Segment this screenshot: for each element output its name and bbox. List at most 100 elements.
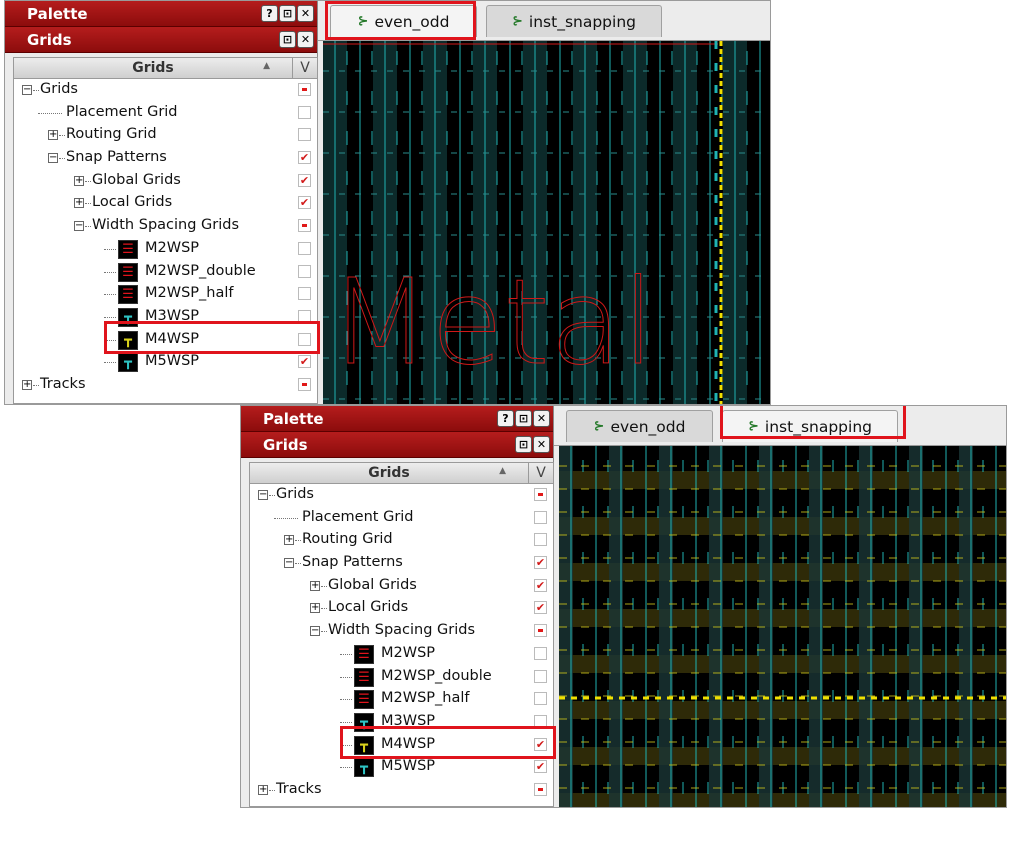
collapse-icon[interactable]: −: [22, 85, 32, 95]
collapse-icon[interactable]: −: [258, 490, 268, 500]
tree-item[interactable]: Placement Grid: [250, 507, 553, 530]
tab-inst-snapping[interactable]: ⊱ inst_snapping: [486, 5, 662, 37]
tree-item[interactable]: + Routing Grid: [14, 124, 317, 147]
tree-item[interactable]: ┳ M5WSP ✔: [14, 351, 317, 374]
grid-drawing: Metal: [323, 41, 770, 404]
layout-canvas-inst-snapping[interactable]: [559, 446, 1006, 807]
visibility-checkbox[interactable]: [298, 128, 311, 142]
tree-item[interactable]: ┳ M3WSP: [250, 711, 553, 734]
visibility-checkbox[interactable]: [534, 510, 547, 524]
tab-even-odd[interactable]: ⊱ even_odd: [566, 410, 713, 442]
tree-item[interactable]: + Local Grids ✔: [14, 192, 317, 215]
tree-connector: [321, 585, 327, 587]
expand-icon[interactable]: +: [284, 535, 294, 546]
tree-item[interactable]: + Routing Grid: [250, 529, 553, 552]
help-button[interactable]: ?: [261, 5, 278, 22]
close-button[interactable]: ✕: [533, 436, 550, 453]
tab-bar: ⊱ even_odd ⊱ inst_snapping: [318, 1, 770, 41]
tree-item[interactable]: ☰ M2WSP_half: [14, 283, 317, 306]
visibility-checkbox[interactable]: [534, 624, 547, 638]
tree-item[interactable]: − Grids: [14, 79, 317, 102]
tab-inst-snapping[interactable]: ⊱ inst_snapping: [722, 410, 898, 442]
visibility-checkbox[interactable]: ✔: [534, 737, 547, 751]
tab-even-odd[interactable]: ⊱ even_odd: [330, 5, 477, 37]
collapse-icon[interactable]: −: [310, 626, 320, 637]
tree-item[interactable]: ☰ M2WSP: [14, 238, 317, 261]
tree-item[interactable]: − Snap Patterns ✔: [250, 552, 553, 575]
visibility-checkbox[interactable]: [298, 287, 311, 301]
expand-icon[interactable]: +: [22, 379, 32, 390]
tree-connector: [321, 631, 327, 633]
expand-icon[interactable]: +: [74, 175, 84, 186]
tree-item[interactable]: + Local Grids ✔: [250, 597, 553, 620]
visibility-checkbox[interactable]: [298, 309, 311, 323]
visibility-checkbox[interactable]: ✔: [298, 151, 311, 165]
tree-item[interactable]: ┳ M4WSP ✔: [250, 734, 553, 757]
collapse-icon[interactable]: −: [48, 153, 58, 164]
close-button[interactable]: ✕: [297, 5, 314, 22]
visibility-checkbox[interactable]: ✔: [534, 556, 547, 570]
tree-item[interactable]: ┳ M4WSP: [14, 329, 317, 352]
snap-band: [559, 747, 1006, 765]
visibility-checkbox[interactable]: ✔: [298, 196, 311, 210]
tree-item[interactable]: ┳ M5WSP ✔: [250, 756, 553, 779]
tree-item[interactable]: ☰ M2WSP: [250, 643, 553, 666]
visibility-checkbox[interactable]: ✔: [534, 760, 547, 774]
tree-item-label: Grids: [40, 81, 78, 97]
visibility-checkbox[interactable]: [534, 646, 547, 660]
float-button[interactable]: ⊡: [279, 5, 296, 22]
visibility-checkbox[interactable]: [534, 669, 547, 683]
tree-item[interactable]: ☰ M2WSP_half: [250, 688, 553, 711]
help-button[interactable]: ?: [497, 410, 514, 427]
tree-connector: [340, 676, 352, 678]
tree-item[interactable]: + Global Grids ✔: [250, 575, 553, 598]
tree-item[interactable]: Placement Grid: [14, 102, 317, 125]
visibility-checkbox[interactable]: ✔: [298, 355, 311, 369]
column-header-grids[interactable]: Grids ▲: [14, 58, 293, 78]
collapse-icon[interactable]: −: [74, 221, 84, 232]
visibility-checkbox[interactable]: [534, 533, 547, 547]
tree-item[interactable]: − Width Spacing Grids: [14, 215, 317, 238]
tree-item[interactable]: + Tracks: [14, 374, 317, 397]
visibility-checkbox[interactable]: [298, 83, 311, 96]
expand-icon[interactable]: +: [310, 580, 320, 591]
visibility-checkbox[interactable]: [298, 264, 311, 278]
tree-item-label: Placement Grid: [302, 508, 414, 525]
tree-item[interactable]: ☰ M2WSP_double: [250, 666, 553, 689]
column-header-visible[interactable]: V: [529, 463, 553, 483]
expand-icon[interactable]: +: [310, 603, 320, 614]
tree-item[interactable]: − Grids: [250, 484, 553, 507]
visibility-checkbox[interactable]: [298, 332, 311, 346]
expand-icon[interactable]: +: [258, 784, 268, 795]
visibility-checkbox[interactable]: ✔: [534, 601, 547, 615]
column-header-visible[interactable]: V: [293, 58, 317, 78]
float-button[interactable]: ⊡: [279, 31, 296, 48]
tree-item-label: Routing Grid: [66, 126, 157, 143]
tree-item[interactable]: ☰ M2WSP_double: [14, 261, 317, 284]
float-button[interactable]: ⊡: [515, 410, 532, 427]
visibility-checkbox[interactable]: [298, 377, 311, 391]
column-header-grids[interactable]: Grids ▲: [250, 463, 529, 483]
visibility-checkbox[interactable]: [298, 219, 311, 233]
tree-item[interactable]: + Tracks: [250, 779, 553, 802]
close-button[interactable]: ✕: [533, 410, 550, 427]
visibility-checkbox[interactable]: [534, 488, 547, 501]
visibility-checkbox[interactable]: ✔: [298, 173, 311, 187]
visibility-checkbox[interactable]: [534, 782, 547, 796]
tree-item[interactable]: − Snap Patterns ✔: [14, 147, 317, 170]
visibility-checkbox[interactable]: ✔: [534, 578, 547, 592]
float-button[interactable]: ⊡: [515, 436, 532, 453]
tree-item[interactable]: ┳ M3WSP: [14, 306, 317, 329]
tree-item[interactable]: − Width Spacing Grids: [250, 620, 553, 643]
visibility-checkbox[interactable]: [298, 105, 311, 119]
tree-item[interactable]: + Global Grids ✔: [14, 170, 317, 193]
close-button[interactable]: ✕: [297, 31, 314, 48]
expand-icon[interactable]: +: [48, 130, 58, 141]
collapse-icon[interactable]: −: [284, 558, 294, 569]
sort-up-icon: ▲: [263, 61, 270, 71]
visibility-checkbox[interactable]: [298, 241, 311, 255]
visibility-checkbox[interactable]: [534, 714, 547, 728]
layout-canvas-even-odd[interactable]: Metal: [323, 41, 770, 404]
expand-icon[interactable]: +: [74, 198, 84, 209]
visibility-checkbox[interactable]: [534, 692, 547, 706]
